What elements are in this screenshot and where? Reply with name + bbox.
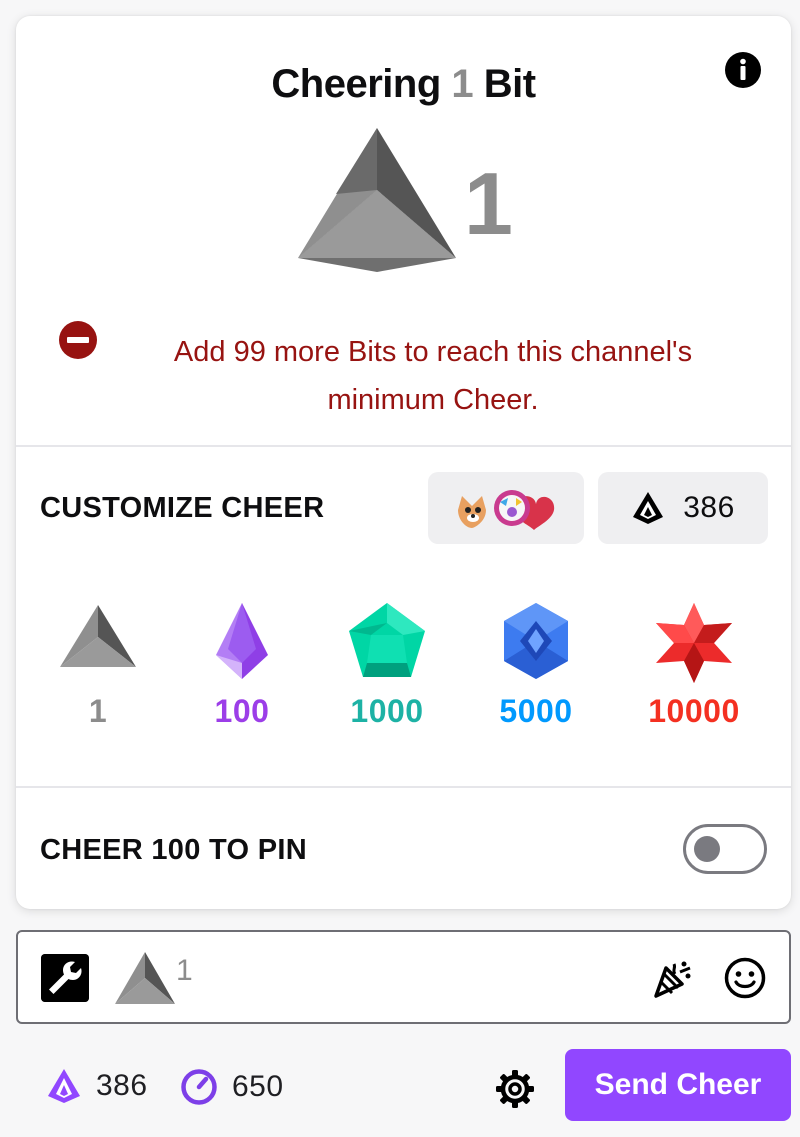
divider bbox=[16, 445, 791, 447]
toggle-knob bbox=[694, 836, 720, 862]
tier-amount: 100 bbox=[214, 693, 270, 729]
wrench-icon[interactable] bbox=[41, 954, 89, 1002]
cheer-card: Cheering 1 Bit 1 Add 99 more Bits to rea… bbox=[16, 16, 791, 909]
bits-balance-button[interactable]: 386 bbox=[598, 472, 768, 544]
tier-amount: 10000 bbox=[648, 693, 740, 729]
title-suffix: Bit bbox=[483, 62, 536, 106]
gray-triangle-gem-icon bbox=[60, 605, 136, 667]
chat-input[interactable]: 1 bbox=[16, 930, 791, 1024]
channel-points-value: 650 bbox=[232, 1070, 284, 1103]
tier-amount: 5000 bbox=[499, 693, 573, 729]
smiley-icon[interactable] bbox=[723, 956, 767, 1000]
pin-cheer-label: CHEER 100 TO PIN bbox=[40, 834, 307, 866]
tier-option-5000[interactable]: 5000 bbox=[461, 601, 611, 751]
tier-amount: 1000 bbox=[350, 693, 424, 729]
channel-points-icon bbox=[181, 1069, 217, 1105]
red-star-gem-icon bbox=[656, 603, 732, 683]
customize-cheer-label: CUSTOMIZE CHEER bbox=[40, 492, 325, 524]
cheer-emotes-icon bbox=[458, 490, 555, 530]
cheer-emotes-button[interactable] bbox=[428, 472, 584, 544]
confetti-icon[interactable] bbox=[650, 956, 694, 1000]
tier-option-10000[interactable]: 10000 bbox=[619, 601, 769, 751]
divider bbox=[16, 786, 791, 788]
teal-gem-icon bbox=[349, 603, 425, 677]
channel-points[interactable]: 650 bbox=[180, 1068, 284, 1106]
bits-gray-gem-icon bbox=[298, 128, 456, 272]
tier-amount: 1 bbox=[88, 693, 108, 729]
cheer-footer: 386 650 Send Cheer bbox=[0, 1040, 800, 1130]
tier-option-1[interactable]: 1 bbox=[23, 601, 173, 751]
blue-gem-icon bbox=[504, 603, 568, 679]
bits-balance-value: 386 bbox=[96, 1069, 148, 1102]
tier-option-100[interactable]: 100 bbox=[167, 601, 317, 751]
bits-icon bbox=[633, 492, 664, 524]
bits-balance[interactable]: 386 bbox=[46, 1068, 148, 1104]
purple-gem-icon bbox=[216, 603, 268, 679]
gray-triangle-gem-icon bbox=[115, 952, 175, 1004]
title-amount: 1 bbox=[451, 62, 474, 106]
pin-cheer-toggle[interactable] bbox=[683, 824, 767, 874]
title-prefix: Cheering bbox=[271, 62, 441, 106]
bits-icon bbox=[48, 1069, 80, 1103]
minus-circle-icon bbox=[59, 321, 97, 359]
cheer-amount-display: 1 bbox=[464, 154, 513, 253]
cheer-input-text: 1 bbox=[176, 954, 193, 987]
cheer-tier-list: 1 100 1000 5000 10000 bbox=[16, 601, 791, 751]
gear-icon[interactable] bbox=[494, 1068, 536, 1110]
info-icon[interactable] bbox=[724, 51, 762, 89]
bits-balance-value: 386 bbox=[683, 491, 735, 524]
send-cheer-button[interactable]: Send Cheer bbox=[565, 1049, 791, 1121]
minimum-cheer-warning: Add 99 more Bits to reach this channel's… bbox=[173, 336, 693, 416]
tier-option-1000[interactable]: 1000 bbox=[312, 601, 462, 751]
cheer-title: Cheering 1 Bit bbox=[16, 62, 791, 107]
